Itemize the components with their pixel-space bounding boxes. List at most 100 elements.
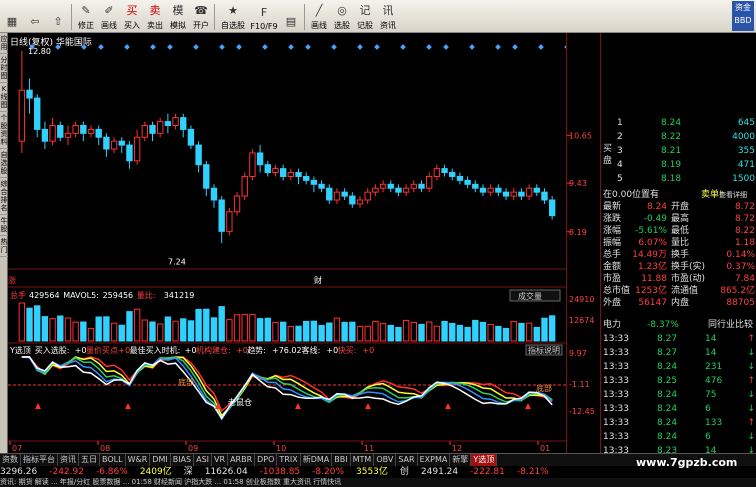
candle-body bbox=[26, 89, 33, 99]
bottom-tab-14[interactable]: BBI bbox=[332, 454, 351, 466]
volume-bar bbox=[34, 305, 41, 342]
volume-bar bbox=[418, 323, 425, 342]
volume-bar bbox=[49, 318, 56, 342]
candle-body bbox=[487, 187, 494, 193]
bottom-tab-17[interactable]: SAR bbox=[396, 454, 418, 466]
power-label: 电力 bbox=[603, 320, 622, 330]
ind-header-6: +0 bbox=[185, 346, 197, 355]
quote-label-2: 内盘 bbox=[671, 298, 690, 308]
volume-bar bbox=[395, 326, 402, 342]
bottom-tab-4[interactable]: BOLL bbox=[100, 454, 126, 466]
event-marker bbox=[495, 44, 501, 50]
candle-body bbox=[341, 191, 348, 197]
quote-row: 涨跌 -0.49 最高 8.72 bbox=[601, 213, 756, 225]
buy-icon: 买 bbox=[126, 4, 138, 17]
event-marker bbox=[469, 44, 475, 50]
volume-bar bbox=[495, 325, 502, 342]
left-tab-7[interactable]: 热门 bbox=[0, 236, 8, 257]
bottom-tab-0[interactable]: 资数 bbox=[0, 454, 21, 466]
detail-tag[interactable]: 查看详细 bbox=[719, 189, 747, 201]
event-marker bbox=[98, 44, 104, 50]
menu-button[interactable]: ▦ bbox=[1, 1, 23, 32]
buy-button[interactable]: 买买入 bbox=[121, 1, 143, 32]
bottom-tab-2[interactable]: 资讯 bbox=[58, 454, 79, 466]
candle-body bbox=[333, 191, 341, 201]
left-tab-0[interactable]: 应用 bbox=[0, 33, 8, 54]
pick-button[interactable]: ◎ 选股 bbox=[331, 1, 353, 32]
candle-body bbox=[449, 172, 456, 177]
vol-tag: 成交量 bbox=[518, 291, 542, 301]
tick-qty: 6 bbox=[705, 404, 711, 414]
month-label: 10 bbox=[276, 444, 286, 453]
sell-button[interactable]: 卖卖出 bbox=[144, 1, 166, 32]
volume-bar bbox=[487, 323, 494, 342]
bottom-tab-13[interactable]: 新DMA bbox=[301, 454, 333, 466]
vol-header-5: 341219 bbox=[164, 291, 195, 300]
chart-area[interactable]: 日线(复权) 华能国际 12.80 7.24 涨 财总手 429564 MAVOL5: 259… bbox=[8, 33, 570, 453]
left-tab-6[interactable]: 牛股 bbox=[0, 215, 8, 236]
open-button[interactable]: ☎ 开户 bbox=[190, 1, 212, 32]
bottom-tab-20[interactable]: Y选顶 bbox=[471, 454, 498, 466]
sim-button[interactable]: 模模拟 bbox=[167, 1, 189, 32]
event-marker bbox=[124, 44, 130, 50]
bottom-tab-5[interactable]: W&R bbox=[126, 454, 151, 466]
candle-body bbox=[510, 191, 517, 197]
f10-label: F10/F9 bbox=[250, 22, 278, 31]
volume-bar bbox=[80, 321, 87, 342]
line-button[interactable]: ╱ 画线 bbox=[308, 1, 330, 32]
tick-time: 13:33 bbox=[603, 376, 629, 386]
bottom-tab-9[interactable]: VR bbox=[212, 454, 229, 466]
bottom-tab-19[interactable]: 新擎 bbox=[450, 454, 472, 466]
bottom-tab-10[interactable]: ARBR bbox=[228, 454, 256, 466]
chart-button[interactable]: ✐ 画线 bbox=[98, 1, 120, 32]
quote-value-2: 865.2亿 bbox=[720, 286, 755, 296]
f10-button[interactable]: F F10/F9 bbox=[249, 1, 279, 32]
kline-svg[interactable]: 日线(复权) 华能国际12.80 7.24 涨 财总手 429564 MAVOL5: 259… bbox=[8, 33, 570, 453]
vol-header-4: 量比: bbox=[137, 290, 156, 300]
bottom-tab-15[interactable]: MTM bbox=[351, 454, 375, 466]
bottom-tab-7[interactable]: BIAS bbox=[171, 454, 195, 466]
candle-body bbox=[233, 195, 241, 213]
left-tab-3[interactable]: 个股资料 bbox=[0, 112, 8, 149]
ind-header-5: 最佳买入时机: bbox=[130, 345, 181, 355]
status-item-8: 3553亿 bbox=[356, 467, 388, 477]
month-label: 01 bbox=[540, 444, 550, 453]
status-item-10: 2491.24 bbox=[420, 467, 459, 477]
event-marker bbox=[331, 44, 337, 50]
tick-price: 8.27 bbox=[657, 348, 678, 358]
down-arrow-icon: ↓ bbox=[747, 404, 755, 414]
status-item-12: -8.21% bbox=[516, 467, 549, 477]
volume-bar bbox=[203, 308, 210, 342]
news-button[interactable]: 讯资讯 bbox=[377, 1, 399, 32]
bottom-tab-1[interactable]: 指标平台 bbox=[21, 454, 58, 466]
modify-button[interactable]: ✎ 修正 bbox=[75, 1, 97, 32]
left-tab-2[interactable]: K线图 bbox=[0, 83, 8, 112]
volume-bar bbox=[303, 320, 310, 342]
tick-price: 8.24 bbox=[657, 390, 678, 400]
bottom-tab-6[interactable]: DMI bbox=[150, 454, 171, 466]
bottom-tab-18[interactable]: EXPMA bbox=[418, 454, 451, 466]
event-marker bbox=[400, 44, 406, 50]
volume-bar bbox=[249, 313, 256, 342]
event-marker bbox=[305, 44, 311, 50]
remember-button[interactable]: 记记股 bbox=[354, 1, 376, 32]
left-tab-5[interactable]: 综合排名 bbox=[0, 178, 8, 215]
hist-button[interactable]: ▤ bbox=[280, 1, 302, 32]
watch-button[interactable]: ★ 自选股 bbox=[218, 1, 248, 32]
bottom-tab-8[interactable]: ASI bbox=[194, 454, 213, 466]
back-button[interactable]: ⇦ bbox=[24, 1, 46, 32]
left-tab-4[interactable]: 自选股 bbox=[0, 149, 8, 178]
news-ticker[interactable]: 资讯: 期货 解读 ... 年报/分红 股票数据 ... 01:58 财经新闻 … bbox=[0, 478, 756, 487]
bottom-tab-16[interactable]: OBV bbox=[374, 454, 397, 466]
high-label: 12.80 bbox=[28, 47, 51, 56]
up-button[interactable]: ⇧ bbox=[47, 1, 69, 32]
power-rank[interactable]: 同行业比较 bbox=[708, 319, 753, 331]
candle-body bbox=[502, 191, 510, 197]
left-tab-1[interactable]: 分时图 bbox=[0, 54, 8, 83]
bottom-tab-12[interactable]: TRIX bbox=[277, 454, 301, 466]
bottom-tab-3[interactable]: 五日 bbox=[79, 454, 100, 466]
quote-label: 总市值 bbox=[603, 286, 631, 296]
bottom-tab-11[interactable]: DPO bbox=[255, 454, 278, 466]
volume-bar bbox=[341, 321, 348, 342]
month-label: 07 bbox=[12, 444, 22, 453]
